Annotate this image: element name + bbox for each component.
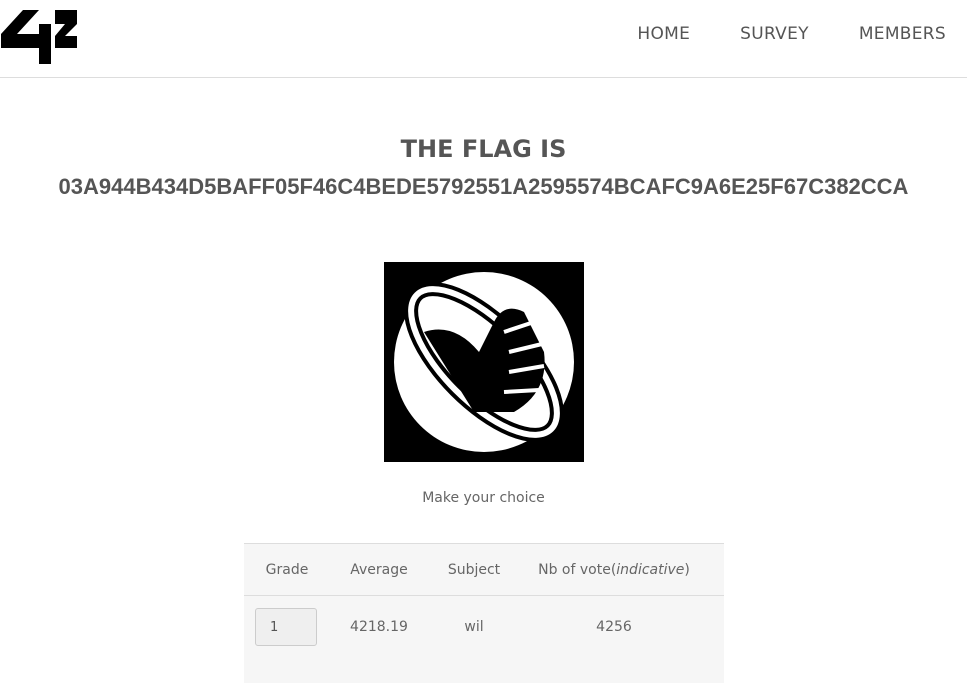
- survey-table: Grade Average Subject Nb of vote(indicat…: [244, 543, 724, 683]
- header-grade: Grade: [265, 561, 309, 578]
- header-subject: Subject: [447, 561, 501, 578]
- header-votes-end: ): [684, 561, 690, 578]
- header-votes-italic: indicative: [616, 561, 685, 578]
- nav-members[interactable]: MEMBERS: [859, 24, 946, 44]
- votes-cell: 4256: [596, 619, 632, 635]
- table-row: 4218.19 wil 4256: [244, 596, 724, 658]
- table-header: Grade Average Subject Nb of vote(indicat…: [244, 544, 724, 596]
- 42-logo[interactable]: [1, 10, 79, 64]
- flag-title: THE FLAG IS: [400, 135, 567, 163]
- grade-input[interactable]: [255, 608, 317, 646]
- make-choice-text: Make your choice: [422, 490, 545, 506]
- top-navbar: HOME SURVEY MEMBERS: [0, 0, 967, 78]
- header-votes-label: Nb of vote(: [538, 561, 617, 578]
- flag-value: 03A944B434D5BAFF05F46C4BEDE5792551A25955…: [58, 174, 909, 199]
- nav-survey[interactable]: SURVEY: [740, 24, 809, 44]
- grade-cell: [244, 608, 330, 646]
- subject-cell: wil: [464, 619, 484, 635]
- average-cell: 4218.19: [350, 619, 408, 635]
- nav-home[interactable]: HOME: [637, 24, 690, 44]
- thumb-planet-emblem: [384, 262, 584, 462]
- header-average: Average: [350, 561, 408, 578]
- header-votes: Nb of vote(indicative): [520, 562, 724, 578]
